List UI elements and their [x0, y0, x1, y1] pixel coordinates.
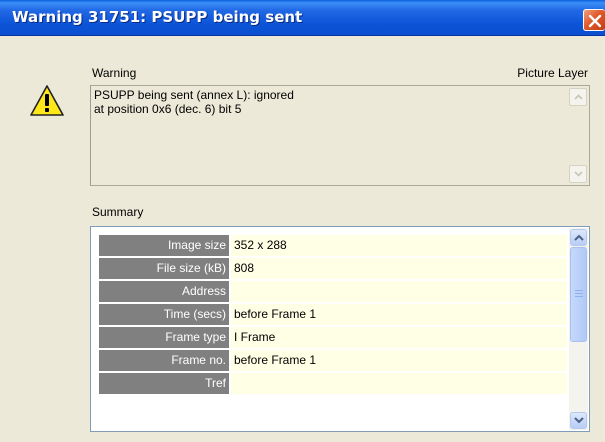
- table-row: Tref: [99, 373, 567, 396]
- row-label: Image size: [99, 235, 229, 256]
- title-bar[interactable]: Warning 31751: PSUPP being sent: [0, 0, 605, 36]
- chevron-up-icon: [574, 234, 584, 241]
- warning-message: PSUPP being sent (annex L): ignored at p…: [94, 88, 294, 116]
- scroll-thumb[interactable]: [570, 247, 587, 342]
- window-title: Warning 31751: PSUPP being sent: [12, 8, 303, 26]
- row-label: Frame type: [99, 327, 229, 348]
- table-row: Time (secs) before Frame 1: [99, 304, 567, 327]
- row-value: before Frame 1: [231, 350, 567, 371]
- row-value: before Frame 1: [231, 304, 567, 325]
- row-label: File size (kB): [99, 258, 229, 279]
- row-label: Tref: [99, 373, 229, 394]
- summary-label: Summary: [92, 205, 144, 219]
- row-value: [231, 373, 567, 394]
- scroll-up-button[interactable]: [570, 229, 587, 246]
- scroll-down-button[interactable]: [570, 412, 587, 429]
- chevron-down-icon: [574, 171, 583, 177]
- warning-triangle-icon: [30, 85, 64, 116]
- summary-scrollbar[interactable]: [569, 228, 588, 430]
- table-row: Frame type I Frame: [99, 327, 567, 350]
- summary-rows: Image size 352 x 288 File size (kB) 808 …: [99, 235, 567, 396]
- row-label: Time (secs): [99, 304, 229, 325]
- table-row: Image size 352 x 288: [99, 235, 567, 258]
- row-value: 352 x 288: [231, 235, 567, 256]
- table-row: Address: [99, 281, 567, 304]
- scroll-up-button[interactable]: [569, 88, 587, 106]
- row-value: [231, 281, 567, 302]
- row-value: 808: [231, 258, 567, 279]
- warning-message-box[interactable]: PSUPP being sent (annex L): ignored at p…: [90, 85, 590, 186]
- scroll-down-button[interactable]: [569, 165, 587, 183]
- row-label: Address: [99, 281, 229, 302]
- row-label: Frame no.: [99, 350, 229, 371]
- table-row: File size (kB) 808: [99, 258, 567, 281]
- close-icon: [588, 14, 602, 28]
- summary-table[interactable]: Image size 352 x 288 File size (kB) 808 …: [90, 226, 590, 432]
- chevron-up-icon: [574, 94, 583, 100]
- warning-scrollbar[interactable]: [569, 88, 587, 183]
- table-row: Frame no. before Frame 1: [99, 350, 567, 373]
- warning-category: Picture Layer: [517, 66, 588, 80]
- row-value: I Frame: [231, 327, 567, 348]
- chevron-down-icon: [574, 417, 584, 424]
- warning-label: Warning: [92, 66, 137, 80]
- close-button[interactable]: [583, 9, 605, 31]
